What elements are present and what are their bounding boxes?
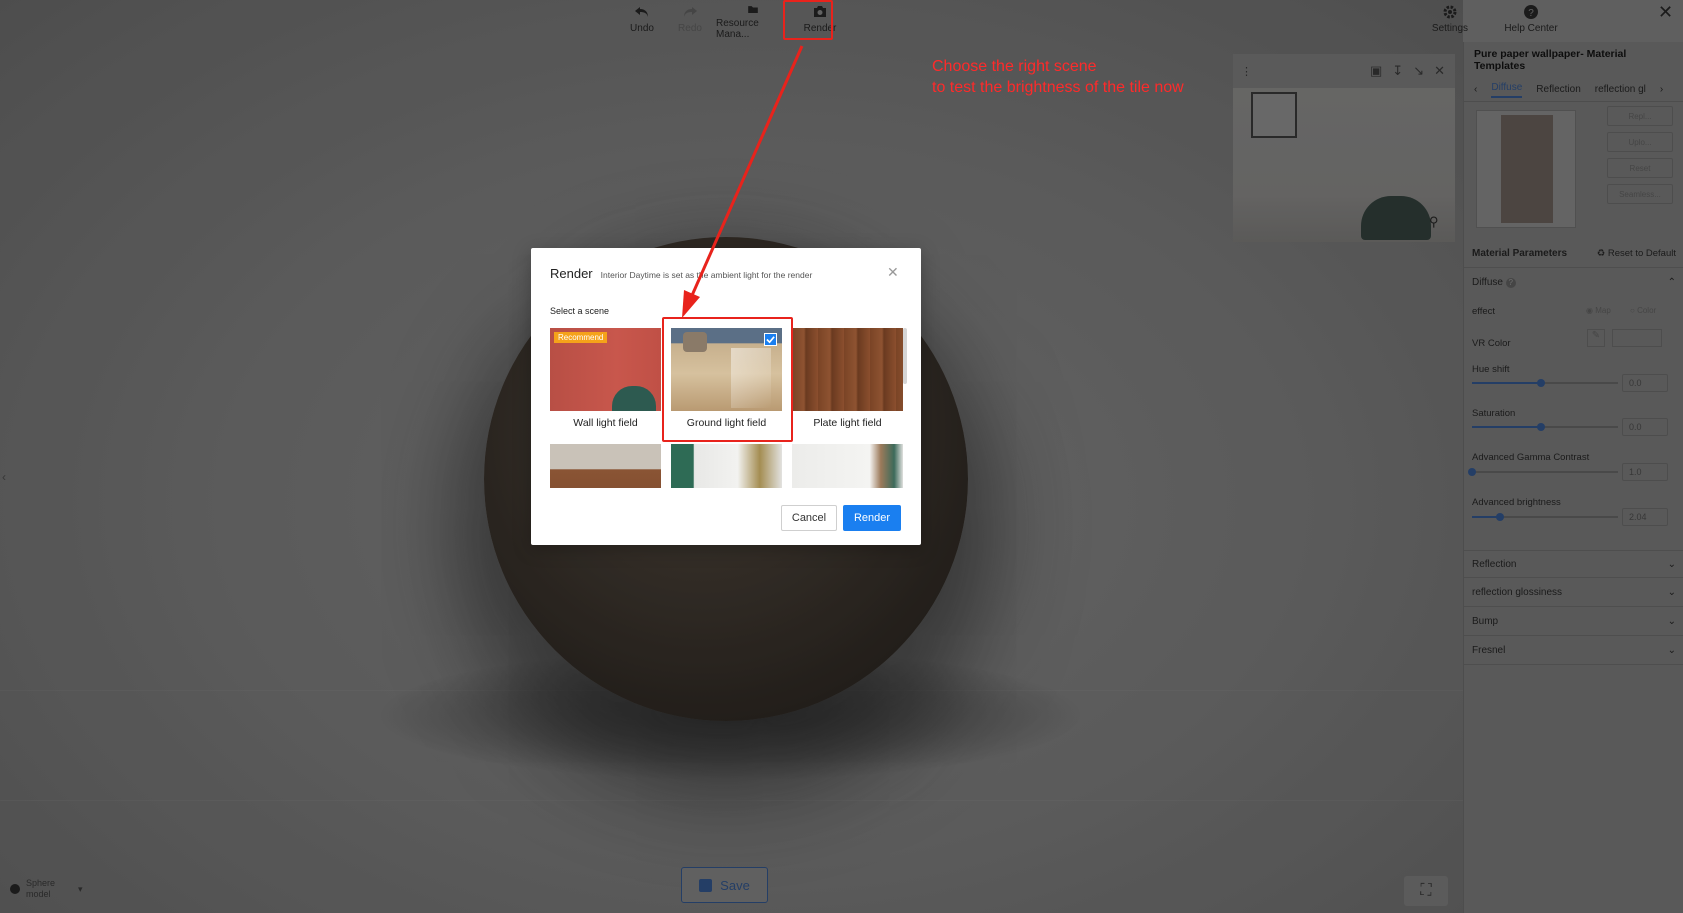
reset-texture-button[interactable]: Reset [1607, 158, 1673, 178]
panel-tabs: ‹ Diffuse Reflection reflection gl › [1464, 78, 1683, 102]
cancel-button[interactable]: Cancel [781, 505, 837, 531]
close-dialog-icon[interactable]: ✕ [887, 264, 899, 281]
download-icon[interactable]: ↧ [1392, 63, 1403, 79]
chevron-up-icon[interactable]: ⌃ [1668, 277, 1676, 288]
vr-color-swatch[interactable] [1612, 329, 1662, 347]
gamma-label: Advanced Gamma Contrast [1472, 452, 1590, 463]
undo-button[interactable]: Undo [620, 0, 664, 40]
effect-map-radio[interactable]: ◉ Map [1586, 306, 1611, 315]
gamma-slider[interactable] [1468, 468, 1618, 476]
tabs-right-arrow-icon[interactable]: › [1660, 84, 1663, 95]
top-right-toolbar: Settings ? Help Center [1427, 0, 1563, 40]
saturation-input[interactable]: 0.0 [1622, 418, 1668, 436]
preview-toolbar: ⋮ ▣ ↧ ↘ ✕ [1233, 54, 1455, 88]
render-preview-window: ⋮ ▣ ↧ ↘ ✕ ⚲ [1233, 54, 1455, 242]
settings-button[interactable]: Settings [1427, 0, 1473, 40]
effect-color-radio[interactable]: ○ Color [1630, 306, 1656, 315]
material-params-header: Material Parameters ♻ Reset to Default [1464, 240, 1683, 268]
tab-reflection[interactable]: Reflection [1536, 84, 1580, 95]
scene-card-wall[interactable]: Recommend Wall light field [550, 328, 661, 446]
tab-diffuse[interactable]: Diffuse [1491, 82, 1523, 98]
sphere-icon [10, 884, 20, 894]
select-scene-label: Select a scene [550, 306, 610, 316]
chevron-down-icon: ▾ [78, 883, 83, 894]
tutorial-annotation: Choose the right scene to test the brigh… [932, 58, 1184, 96]
help-center-button[interactable]: ? Help Center [1499, 0, 1563, 40]
wall-art [1251, 92, 1297, 138]
scene-thumbnail [671, 444, 782, 488]
scene-card-curtain[interactable] [671, 444, 782, 488]
reflection-section[interactable]: Reflection ⌄ [1464, 550, 1683, 578]
scene-grid-scrollbar[interactable] [903, 328, 907, 384]
upload-button[interactable]: Uplo... [1607, 132, 1673, 152]
gamma-input[interactable]: 1.0 [1622, 463, 1668, 481]
model-selector[interactable]: Sphere model ▾ [10, 874, 100, 904]
reset-default-button[interactable]: ♻ Reset to Default [1597, 248, 1676, 259]
scene-card-white[interactable] [792, 444, 903, 488]
svg-text:?: ? [1528, 8, 1534, 19]
brightness-label: Advanced brightness [1472, 497, 1561, 508]
chevron-down-icon: ⌄ [1667, 558, 1676, 570]
render-confirm-button[interactable]: Render [843, 505, 901, 531]
redo-icon [684, 7, 697, 17]
chevron-down-icon: ⌄ [1667, 616, 1676, 627]
redo-button[interactable]: Redo [672, 0, 708, 40]
brightness-slider[interactable] [1472, 513, 1618, 521]
resource-manager-button[interactable]: Resource Mana... [716, 0, 790, 40]
chevron-down-icon: ⌄ [1667, 587, 1676, 598]
info-icon: ? [1505, 277, 1516, 288]
eyedropper-icon[interactable]: ✎ [1587, 329, 1605, 347]
scene-thumbnail [550, 444, 661, 488]
saturation-slider[interactable] [1472, 423, 1618, 431]
material-panel: Pure paper wallpaper- Material Templates… [1463, 42, 1683, 913]
effect-label: effect [1472, 306, 1496, 317]
recommend-badge: Recommend [554, 332, 608, 343]
save-button[interactable]: Save [681, 867, 768, 903]
hue-shift-input[interactable]: 0.0 [1622, 374, 1668, 392]
chevron-down-icon: ⌄ [1667, 645, 1676, 656]
hue-shift-label: Hue shift [1472, 364, 1510, 375]
tabs-left-arrow-icon[interactable]: ‹ [1474, 84, 1477, 95]
texture-swatch[interactable] [1476, 110, 1576, 228]
saturation-label: Saturation [1472, 408, 1516, 419]
hue-shift-slider[interactable] [1472, 379, 1618, 387]
scene-card-sofa[interactable] [550, 444, 661, 488]
diffuse-section-header[interactable]: Diffuse ? ⌃ [1464, 268, 1683, 296]
close-preview-icon[interactable]: ✕ [1434, 63, 1445, 79]
fullscreen-button[interactable]: ⛶ [1404, 876, 1448, 906]
dialog-subtitle: Interior Daytime is set as the ambient l… [600, 270, 813, 280]
highlight-render-button [783, 0, 833, 40]
armchair [1361, 196, 1431, 240]
dialog-title: Render [550, 266, 593, 281]
save-icon [699, 878, 713, 892]
collapse-left-icon[interactable]: ‹ [2, 470, 6, 484]
drag-handle-icon[interactable]: ⋮ [1241, 65, 1252, 78]
brightness-input[interactable]: 2.04 [1622, 508, 1668, 526]
scene-thumbnail [792, 328, 903, 411]
tab-reflection-glossiness[interactable]: reflection gl [1595, 84, 1646, 95]
help-icon: ? [1524, 5, 1538, 19]
vr-color-label: VR Color [1472, 338, 1511, 349]
folder-icon [748, 6, 758, 13]
undo-icon [635, 7, 648, 17]
fit-view-icon[interactable]: ▣ [1370, 63, 1382, 79]
highlight-ground-scene [662, 317, 793, 442]
preview-image: ⚲ [1233, 88, 1455, 242]
scene-thumbnail: Recommend [550, 328, 661, 411]
scene-thumbnail [792, 444, 903, 488]
fresnel-section[interactable]: Fresnel ⌄ [1464, 637, 1683, 665]
minimize-icon[interactable]: ↘ [1413, 63, 1424, 79]
zoom-icon[interactable]: ⚲ [1429, 214, 1439, 230]
seamless-button[interactable]: Seamless... [1607, 184, 1673, 204]
panel-title: Pure paper wallpaper- Material Templates [1474, 48, 1627, 72]
close-editor-icon[interactable]: ✕ [1658, 2, 1673, 23]
texture-actions: Repl... Uplo... Reset Seamless... [1607, 106, 1673, 204]
gear-icon [1443, 5, 1457, 19]
bump-section[interactable]: Bump ⌄ [1464, 608, 1683, 636]
replace-button[interactable]: Repl... [1607, 106, 1673, 126]
fullscreen-icon: ⛶ [1420, 882, 1432, 899]
scene-card-plate[interactable]: Plate light field [792, 328, 903, 446]
reflection-glossiness-section[interactable]: reflection glossiness ⌄ [1464, 579, 1683, 607]
